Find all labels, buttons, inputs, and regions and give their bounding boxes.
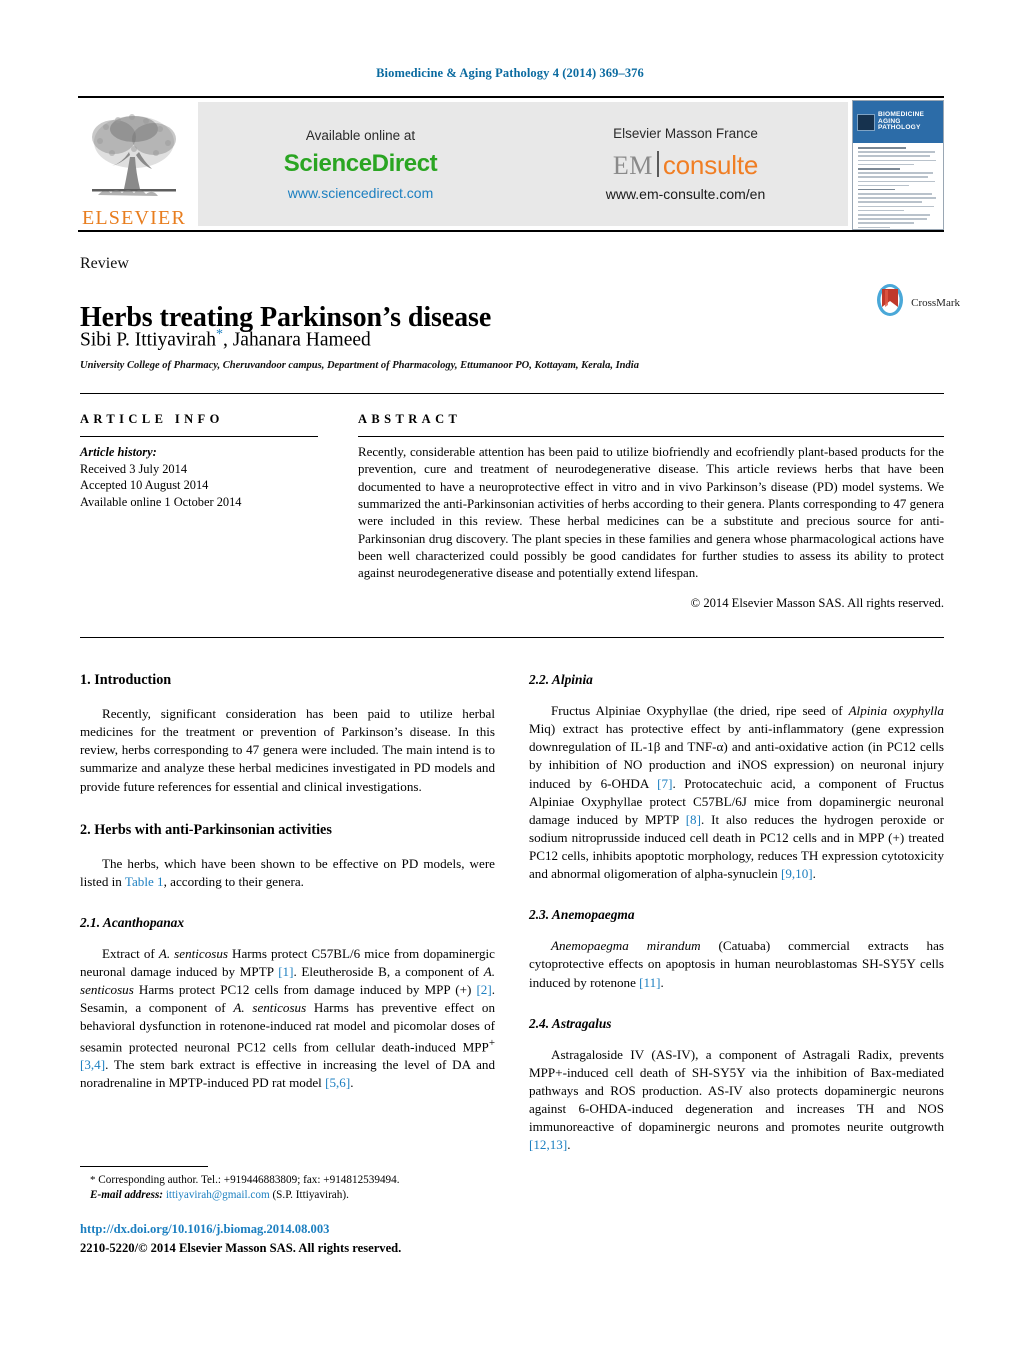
alp-sp1: Alpinia oxyphylla <box>848 703 944 718</box>
crossmark-label: CrossMark <box>911 296 960 309</box>
footnote-divider <box>80 1166 208 1167</box>
article-history-label: Article history: <box>80 445 157 459</box>
article-received: Received 3 July 2014 <box>80 461 188 476</box>
acan-t4: Harms protect PC12 cells from damage ind… <box>133 982 477 998</box>
paragraph-alpinia: Fructus Alpiniae Oxyphyllae (the dried, … <box>529 702 944 883</box>
astr-t1: Astragaloside IV (AS-IV), a component of… <box>529 1046 944 1135</box>
article-info-heading: ARTICLE INFO <box>80 412 224 426</box>
acan-sp3: A. senticosus <box>233 1000 307 1016</box>
em-consulte-logo: EM consulte <box>613 148 758 179</box>
abstract-copyright: © 2014 Elsevier Masson SAS. All rights r… <box>690 595 944 610</box>
ref-link-7[interactable]: [7] <box>657 776 672 791</box>
acan-superscript: + <box>488 1036 495 1049</box>
ref-link-12-13[interactable]: [12,13] <box>529 1137 567 1152</box>
email-link[interactable]: ittiyavirah@gmail.com <box>166 1189 270 1201</box>
abstract-text: Recently, considerable attention has bee… <box>358 445 944 581</box>
elsevier-logo: ELSEVIER <box>78 100 190 228</box>
abstract-section: ABSTRACT Recently, considerable attentio… <box>358 412 944 611</box>
em-logo-text: EM <box>612 151 653 180</box>
abstract-heading: ABSTRACT <box>358 412 462 426</box>
section-heading-introduction: 1. Introduction <box>80 672 172 688</box>
anem-t2: . <box>660 974 664 990</box>
elsevier-tree-icon <box>84 109 184 207</box>
subsection-heading-acanthopanax: 2.1. Acanthopanax <box>80 914 185 930</box>
alp-t1: Fructus Alpiniae Oxyphyllae (the dried, … <box>551 703 849 718</box>
title-divider <box>80 393 944 394</box>
acan-t9: . <box>350 1075 354 1091</box>
ref-link-5-6[interactable]: [5,6] <box>325 1075 350 1090</box>
table-1-link[interactable]: Table 1 <box>125 874 164 889</box>
doi-link[interactable]: http://dx.doi.org/10.1016/j.biomag.2014.… <box>80 1222 550 1237</box>
doi-block: http://dx.doi.org/10.1016/j.biomag.2014.… <box>80 1222 550 1257</box>
article-available-online: Available online 1 October 2014 <box>80 494 242 509</box>
cover-header: BIOMEDICINE AGING PATHOLOGY <box>853 101 943 143</box>
author-list: Sibi P. Ittiyavirah*, Jahanara Hameed <box>80 327 371 352</box>
body-column-left: 1. Introduction Recently, significant co… <box>80 672 495 1106</box>
author-primary: Sibi P. Ittiyavirah <box>80 329 216 351</box>
article-info-section: ARTICLE INFO Article history: Received 3… <box>80 412 318 510</box>
elsevier-wordmark: ELSEVIER <box>81 207 187 229</box>
elsevier-masson-label: Elsevier Masson France <box>613 126 758 141</box>
acan-sp1: A. senticosus <box>158 945 228 961</box>
cover-contents-lines <box>853 143 943 229</box>
em-consulte-url-link[interactable]: www.em-consulte.com/en <box>606 186 766 202</box>
paragraph-astragalus: Astragaloside IV (AS-IV), a component of… <box>529 1046 944 1155</box>
journal-masthead: ELSEVIER Available online at ScienceDire… <box>78 96 944 232</box>
email-suffix: (S.P. Ittiyavirah). <box>269 1189 349 1202</box>
astr-t2: . <box>567 1137 571 1153</box>
ref-link-2[interactable]: [2] <box>476 982 491 997</box>
ref-link-11[interactable]: [11] <box>639 975 660 990</box>
paragraph-introduction: Recently, significant consideration has … <box>80 706 495 794</box>
article-info-rule <box>80 436 318 437</box>
journal-cover-thumbnail[interactable]: BIOMEDICINE AGING PATHOLOGY <box>852 100 944 230</box>
corresponding-author-text: Corresponding author. Tel.: +91944688380… <box>98 1174 400 1186</box>
paragraph-anemopaegma: Anemopaegma mirandum (Catuaba) commercia… <box>529 937 944 991</box>
corresponding-author-marker[interactable]: * <box>216 327 223 342</box>
masthead-band: Available online at ScienceDirect www.sc… <box>198 102 848 226</box>
crossmark-icon <box>873 283 907 322</box>
cover-photo-icon <box>857 113 875 131</box>
paper-page: Biomedicine & Aging Pathology 4 (2014) 3… <box>0 0 1020 1351</box>
article-accepted: Accepted 10 August 2014 <box>80 478 209 492</box>
acan-t1: Extract of <box>102 945 159 961</box>
sciencedirect-url-link[interactable]: www.sciencedirect.com <box>288 185 434 201</box>
ref-link-8[interactable]: [8] <box>686 812 701 827</box>
affiliation: University College of Pharmacy, Cheruvan… <box>80 360 639 371</box>
ref-link-3-4[interactable]: [3,4] <box>80 1057 105 1072</box>
corresponding-author-note: * Corresponding author. Tel.: +919446883… <box>80 1173 500 1204</box>
ref-link-1[interactable]: [1] <box>278 964 293 979</box>
body-column-right: 2.2. Alpinia Fructus Alpiniae Oxyphyllae… <box>529 672 944 1168</box>
subsection-heading-astragalus: 2.4. Astragalus <box>529 1015 612 1031</box>
em-consulte-block: Elsevier Masson France EM consulte www.e… <box>523 102 848 226</box>
alp-t5: . <box>812 866 816 882</box>
subsection-heading-alpinia: 2.2. Alpinia <box>529 672 593 687</box>
em-logo-divider <box>656 151 659 177</box>
subsection-heading-anemopaegma: 2.3. Anemopaegma <box>529 907 635 923</box>
consulte-logo-text: consulte <box>662 150 759 180</box>
crossmark-badge[interactable]: CrossMark <box>873 283 960 322</box>
section-heading-herbs: 2. Herbs with anti-Parkinsonian activiti… <box>80 821 332 838</box>
ref-link-9-10[interactable]: [9,10] <box>781 866 813 881</box>
email-label: E-mail address: <box>90 1189 164 1202</box>
paragraph-herbs-intro: The herbs, which have been shown to be e… <box>80 855 495 891</box>
footnote-star-icon: * <box>90 1174 96 1186</box>
herbs-text-b: , according to their genera. <box>163 873 304 889</box>
anem-sp1: Anemopaegma mirandum <box>551 938 701 954</box>
article-type: Review <box>80 255 129 272</box>
author-secondary: , Jahanara Hameed <box>222 329 371 351</box>
sciencedirect-logo: ScienceDirect <box>283 149 438 177</box>
available-online-label: Available online at <box>305 127 416 143</box>
cover-title-line2: AGING PATHOLOGY <box>878 117 921 132</box>
abstract-rule <box>358 436 944 437</box>
running-head: Biomedicine & Aging Pathology 4 (2014) 3… <box>376 66 644 80</box>
paragraph-acanthopanax: Extract of A. senticosus Harms protect C… <box>80 945 495 1092</box>
acan-t3: . Eleutheroside B, a component of <box>293 964 484 979</box>
sciencedirect-block: Available online at ScienceDirect www.sc… <box>198 102 523 226</box>
abstract-divider <box>80 637 944 638</box>
issn-copyright-line: 2210-5220/© 2014 Elsevier Masson SAS. Al… <box>80 1241 402 1255</box>
acan-t8: . The stem bark extract is effective in … <box>80 1056 495 1091</box>
